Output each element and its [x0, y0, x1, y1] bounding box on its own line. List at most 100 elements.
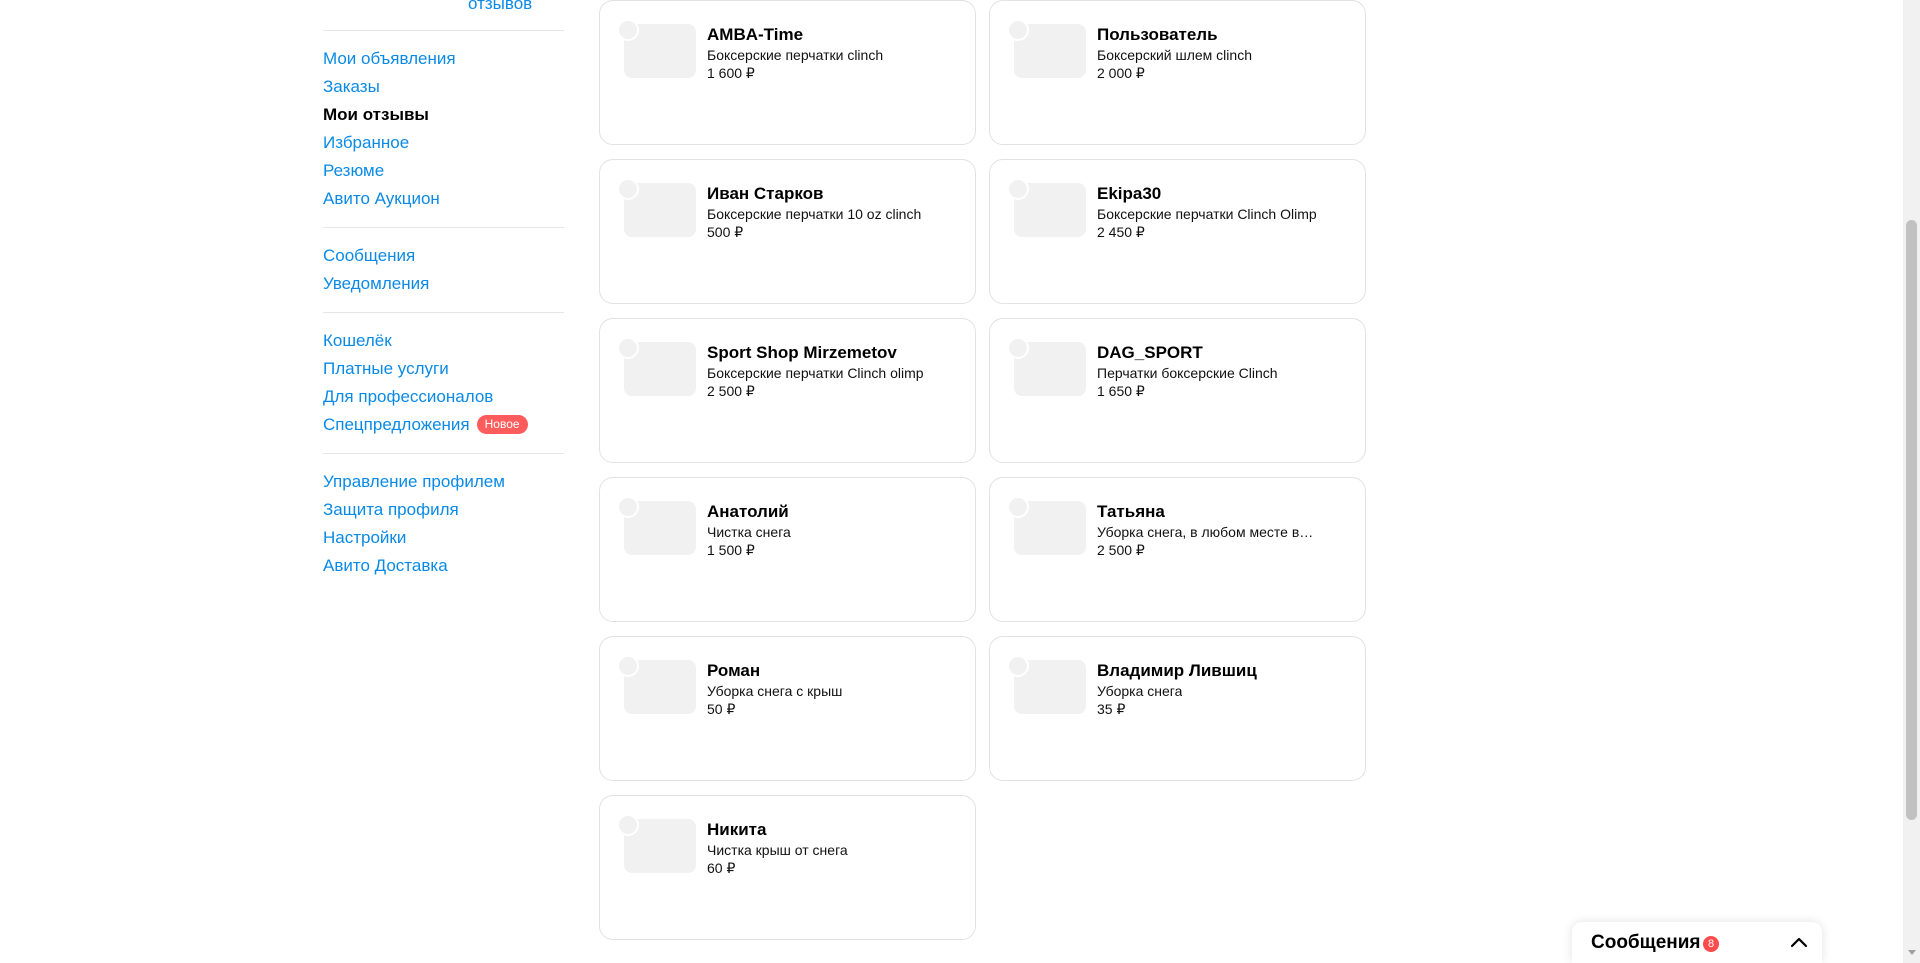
sidebar-item-label: Авито Аукцион — [323, 189, 440, 208]
review-card[interactable]: AMBA-Time Боксерские перчатки clinch 1 6… — [599, 0, 976, 145]
item-price: 2 500 ₽ — [1097, 542, 1145, 558]
sidebar-item[interactable]: Авито Доставка — [323, 552, 564, 580]
unread-count-badge: 8 — [1703, 936, 1719, 952]
item-price: 2 500 ₽ — [707, 383, 755, 399]
item-title[interactable]: Боксерские перчатки 10 oz clinch — [707, 206, 921, 222]
seller-name[interactable]: Татьяна — [1097, 502, 1165, 522]
item-price: 2 000 ₽ — [1097, 65, 1145, 81]
item-price: 1 600 ₽ — [707, 65, 755, 81]
sidebar-item[interactable]: Авито Аукцион — [323, 185, 564, 213]
seller-name[interactable]: Sport Shop Mirzemetov — [707, 343, 897, 363]
sidebar-item-label: Сообщения — [323, 246, 416, 265]
sidebar-item[interactable]: Защита профиля — [323, 496, 564, 524]
item-title[interactable]: Боксерский шлем clinch — [1097, 47, 1252, 63]
sidebar-nav-group: Управление профилем Защита профиля Настрой… — [323, 454, 564, 594]
seller-name[interactable]: AMBA-Time — [707, 25, 803, 45]
review-card[interactable]: Пользователь Боксерский шлем clinch 2 00… — [989, 0, 1366, 145]
seller-name[interactable]: Ekipa30 — [1097, 184, 1161, 204]
sidebar-item[interactable]: Сообщения — [323, 242, 564, 270]
review-card[interactable]: Sport Shop Mirzemetov Боксерские перчатк… — [599, 318, 976, 463]
item-title[interactable]: Чистка крыш от снега — [707, 842, 848, 858]
sidebar-item-label: Авито Доставка — [323, 556, 448, 575]
sidebar-item[interactable]: Спецпредложения Новое — [323, 411, 564, 439]
sidebar: отзывов Мои объявления Заказы Мои отзывы Из… — [323, 0, 564, 594]
sidebar-item-label: Кошелёк — [323, 331, 392, 350]
scroll-down-arrow-icon[interactable] — [1908, 950, 1916, 955]
item-price: 500 ₽ — [707, 224, 744, 240]
reviews-count-link[interactable]: отзывов — [468, 0, 532, 14]
seller-avatar — [617, 178, 639, 200]
seller-avatar — [1007, 337, 1029, 359]
review-card[interactable]: Анатолий Чистка снега 1 500 ₽ — [599, 477, 976, 622]
item-title[interactable]: Боксерские перчатки clinch — [707, 47, 883, 63]
seller-avatar — [617, 655, 639, 677]
sidebar-item[interactable]: Мои объявления — [323, 45, 564, 73]
seller-name[interactable]: Никита — [707, 820, 766, 840]
sidebar-item-label: Защита профиля — [323, 500, 459, 519]
seller-avatar — [617, 496, 639, 518]
sidebar-item-label: Уведомления — [323, 274, 430, 293]
sidebar-item-label: Избранное — [323, 133, 410, 152]
sidebar-item-label: Мои объявления — [323, 49, 456, 68]
sidebar-nav-group: Мои объявления Заказы Мои отзывы Избранное Р… — [323, 31, 564, 227]
sidebar-item-label: Резюме — [323, 161, 385, 180]
item-title[interactable]: Чистка снега — [707, 524, 791, 540]
page-scrollbar[interactable] — [1903, 0, 1920, 963]
review-card[interactable]: Татьяна Уборка снега, в любом месте в го… — [989, 477, 1366, 622]
seller-name[interactable]: Анатолий — [707, 502, 789, 522]
seller-avatar — [617, 814, 639, 836]
sidebar-item[interactable]: Управление профилем — [323, 468, 564, 496]
sidebar-item-label: Мои отзывы — [323, 105, 429, 124]
sidebar-nav-group: Кошелёк Платные услуги Для профессионалов С… — [323, 313, 564, 453]
sidebar-item[interactable]: Настройки — [323, 524, 564, 552]
sidebar-item[interactable]: Мои отзывы — [323, 101, 564, 129]
review-card[interactable]: DAG_SPORT Перчатки боксерские Clinch 1 6… — [989, 318, 1366, 463]
sidebar-item[interactable]: Для профессионалов — [323, 383, 564, 411]
item-price: 2 450 ₽ — [1097, 224, 1145, 240]
messenger-label: Сообщения — [1591, 932, 1701, 953]
sidebar-item-label: Спецпредложения — [323, 415, 470, 434]
sidebar-item-label: Для профессионалов — [323, 387, 494, 406]
item-title[interactable]: Боксерские перчатки Clinch Olimp — [1097, 206, 1317, 222]
review-card[interactable]: Никита Чистка крыш от снега 60 ₽ — [599, 795, 976, 940]
item-price: 1 500 ₽ — [707, 542, 755, 558]
item-title[interactable]: Уборка снега — [1097, 683, 1182, 699]
sidebar-item[interactable]: Заказы — [323, 73, 564, 101]
item-title[interactable]: Боксерские перчатки Clinch olimp — [707, 365, 924, 381]
seller-name[interactable]: Пользователь — [1097, 25, 1218, 45]
seller-name[interactable]: Иван Старков — [707, 184, 823, 204]
sidebar-item[interactable]: Избранное — [323, 129, 564, 157]
item-price: 1 650 ₽ — [1097, 383, 1145, 399]
sidebar-item[interactable]: Уведомления — [323, 270, 564, 298]
item-price: 35 ₽ — [1097, 701, 1126, 717]
sidebar-item-label: Заказы — [323, 77, 380, 96]
seller-avatar — [617, 19, 639, 41]
seller-avatar — [617, 337, 639, 359]
review-card[interactable]: Владимир Лившиц Уборка снега 35 ₽ — [989, 636, 1366, 781]
seller-avatar — [1007, 496, 1029, 518]
chevron-up-icon[interactable] — [1788, 932, 1810, 954]
item-title[interactable]: Перчатки боксерские Clinch — [1097, 365, 1278, 381]
sidebar-item[interactable]: Резюме — [323, 157, 564, 185]
sidebar-item[interactable]: Платные услуги — [323, 355, 564, 383]
sidebar-item-label: Настройки — [323, 528, 407, 547]
seller-name[interactable]: Владимир Лившиц — [1097, 661, 1257, 681]
sidebar-item-label: Управление профилем — [323, 472, 505, 491]
sidebar-item-label: Платные услуги — [323, 359, 449, 378]
item-price: 50 ₽ — [707, 701, 736, 717]
seller-name[interactable]: Роман — [707, 661, 760, 681]
seller-name[interactable]: DAG_SPORT — [1097, 343, 1203, 363]
sidebar-item[interactable]: Кошелёк — [323, 327, 564, 355]
review-card[interactable]: Роман Уборка снега с крыш 50 ₽ — [599, 636, 976, 781]
profile-rating-partial: отзывов — [323, 0, 564, 30]
item-title[interactable]: Уборка снега с крыш — [707, 683, 842, 699]
seller-avatar — [1007, 655, 1029, 677]
new-badge: Новое — [476, 415, 528, 434]
scrollbar-thumb[interactable] — [1906, 220, 1917, 820]
item-title[interactable]: Уборка снега, в любом месте в городе — [1097, 524, 1317, 540]
sidebar-nav-group: Сообщения Уведомления — [323, 228, 564, 312]
review-card[interactable]: Ekipa30 Боксерские перчатки Clinch Olimp… — [989, 159, 1366, 304]
seller-avatar — [1007, 178, 1029, 200]
review-card[interactable]: Иван Старков Боксерские перчатки 10 oz c… — [599, 159, 976, 304]
messenger-widget[interactable]: Сообщения 8 — [1572, 922, 1822, 963]
